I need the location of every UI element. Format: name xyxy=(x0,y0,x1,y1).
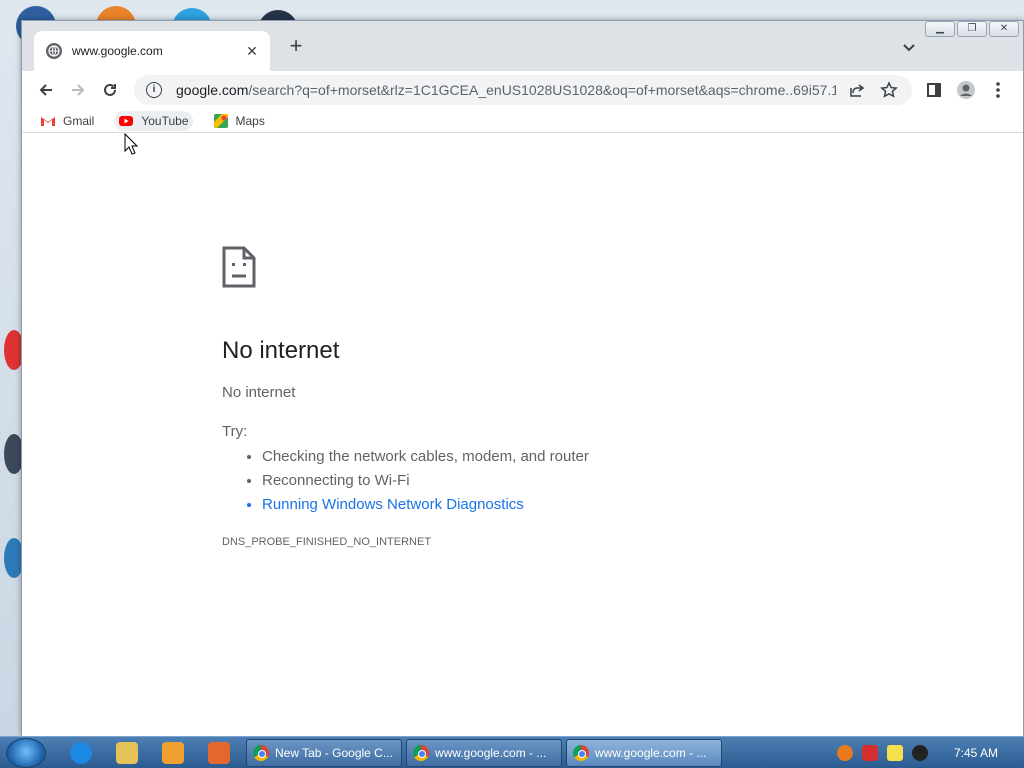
minimize-button[interactable]: ▁ xyxy=(925,21,955,37)
error-page: No internet No internet Try: Checking th… xyxy=(22,134,1023,736)
start-button[interactable] xyxy=(6,738,46,768)
side-panel-icon[interactable] xyxy=(920,76,948,104)
bookmark-star-icon[interactable] xyxy=(878,79,900,101)
chrome-icon xyxy=(253,745,269,761)
clock[interactable]: 7:45 AM xyxy=(954,746,998,760)
bookmark-youtube-label: YouTube xyxy=(141,113,189,128)
battery-tray-icon[interactable] xyxy=(887,744,903,761)
network-diagnostics-link[interactable]: Running Windows Network Diagnostics xyxy=(262,495,589,519)
address-bar[interactable]: i google.com/search?q=of+morset&rlz=1C1G… xyxy=(134,75,912,105)
tab-active[interactable]: www.google.com ✕ xyxy=(34,31,270,71)
share-icon[interactable] xyxy=(846,79,868,101)
close-tab-icon[interactable]: ✕ xyxy=(244,43,260,59)
taskbar-item-google-2[interactable]: www.google.com - ... xyxy=(566,739,722,767)
restore-button[interactable]: ❐ xyxy=(957,21,987,37)
url-text[interactable]: google.com/search?q=of+morset&rlz=1C1GCE… xyxy=(176,82,836,98)
suggestion-list: Checking the network cables, modem, and … xyxy=(262,447,589,519)
tab-title: www.google.com xyxy=(72,44,163,58)
bookmark-gmail-label: Gmail xyxy=(63,113,95,128)
media-player-icon[interactable] xyxy=(162,742,184,764)
bookmark-youtube[interactable]: YouTube xyxy=(114,110,193,131)
reload-button[interactable] xyxy=(96,76,124,104)
suggestion-item: Checking the network cables, modem, and … xyxy=(262,447,589,471)
site-info-icon[interactable]: i xyxy=(146,82,162,98)
toolbar: i google.com/search?q=of+morset&rlz=1C1G… xyxy=(22,71,1023,109)
new-tab-button[interactable]: + xyxy=(284,35,308,59)
bookmark-gmail[interactable]: Gmail xyxy=(36,111,98,131)
chrome-icon xyxy=(573,745,589,761)
bookmarks-bar: Gmail YouTube Maps xyxy=(22,109,1023,133)
error-code: DNS_PROBE_FINISHED_NO_INTERNET xyxy=(222,536,432,548)
error-subtitle: No internet xyxy=(222,384,296,401)
bookmark-maps[interactable]: Maps xyxy=(209,111,269,131)
back-button[interactable] xyxy=(32,76,60,104)
profile-avatar-icon[interactable] xyxy=(952,76,980,104)
taskbar: New Tab - Google C... www.google.com - .… xyxy=(0,736,1024,768)
menu-kebab-icon[interactable] xyxy=(984,76,1012,104)
tab-strip: www.google.com ✕ + ▁ ❐ ✕ xyxy=(22,21,1023,71)
chrome-icon xyxy=(413,745,429,761)
gmail-icon xyxy=(40,113,56,129)
browser-window: www.google.com ✕ + ▁ ❐ ✕ i google.com/se… xyxy=(21,20,1024,736)
maps-icon xyxy=(213,113,229,129)
youtube-icon xyxy=(118,113,134,129)
taskbar-item-google-1[interactable]: www.google.com - ... xyxy=(406,739,562,767)
system-tray: 7:45 AM xyxy=(828,737,1024,768)
flag-tray-icon[interactable] xyxy=(862,744,878,761)
suggestion-item: Reconnecting to Wi-Fi xyxy=(262,471,589,495)
app-pinned-icon[interactable] xyxy=(208,742,230,764)
sad-document-icon xyxy=(222,246,256,293)
window-controls: ▁ ❐ ✕ xyxy=(925,21,1019,37)
close-window-button[interactable]: ✕ xyxy=(989,21,1019,37)
internet-explorer-icon[interactable] xyxy=(70,742,92,764)
tab-search-chevron-icon[interactable] xyxy=(899,37,919,57)
search-tray-icon[interactable] xyxy=(837,744,853,761)
globe-icon xyxy=(46,43,62,59)
try-label: Try: xyxy=(222,423,248,440)
volume-tray-icon[interactable] xyxy=(912,744,928,761)
error-title: No internet xyxy=(222,337,340,364)
forward-button[interactable] xyxy=(64,76,92,104)
taskbar-item-new-tab[interactable]: New Tab - Google C... xyxy=(246,739,402,767)
mouse-cursor-icon xyxy=(124,132,139,160)
file-explorer-icon[interactable] xyxy=(116,742,138,764)
bookmark-maps-label: Maps xyxy=(235,113,265,128)
